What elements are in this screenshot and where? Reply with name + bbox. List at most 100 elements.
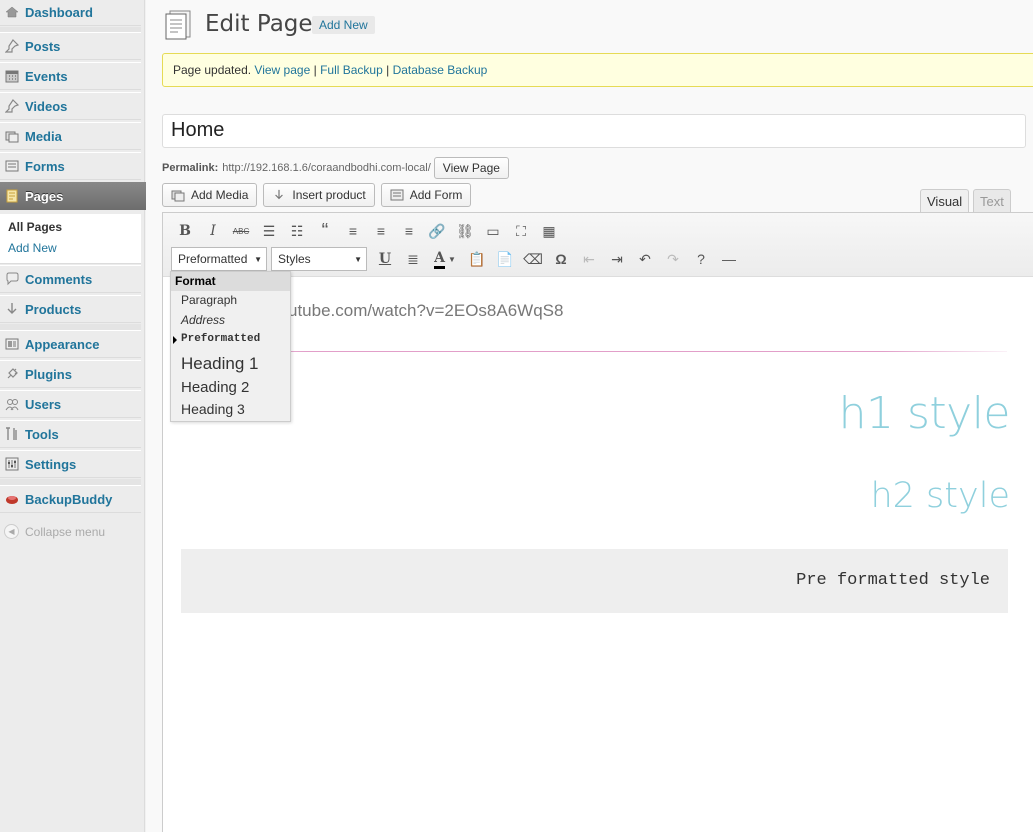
sidebar-item-label: Products xyxy=(25,301,82,317)
toolbar-row-2: Preformatted ▼ Styles ▼ U ≣ A ▼ 📋 📄 ⌫ Ω ⇤… xyxy=(171,247,743,271)
submenu-item-all-pages[interactable]: All Pages xyxy=(8,220,62,234)
sidebar-item-media[interactable]: Media xyxy=(0,122,141,150)
unlink-icon[interactable]: ⛓ xyxy=(451,219,479,243)
sidebar-item-label: Media xyxy=(25,128,62,144)
bold-button[interactable]: B xyxy=(171,219,199,243)
sidebar-item-users[interactable]: Users xyxy=(0,390,141,418)
format-option-paragraph[interactable]: Paragraph xyxy=(181,293,237,307)
permalink-row: Permalink: http://192.168.1.6/coraandbod… xyxy=(162,157,509,179)
permalink-label: Permalink: xyxy=(162,162,219,174)
indent-icon[interactable]: ⇥ xyxy=(603,247,631,271)
link-icon[interactable]: 🔗 xyxy=(423,219,451,243)
comment-icon xyxy=(4,271,20,287)
format-option-preformatted[interactable]: Preformatted xyxy=(181,333,260,345)
permalink-url[interactable]: http://192.168.1.6/coraandbodhi.com-loca… xyxy=(222,162,431,174)
format-option-heading-1[interactable]: Heading 1 xyxy=(181,354,259,374)
sidebar-item-label: Posts xyxy=(25,38,61,54)
submenu-item-add-new[interactable]: Add New xyxy=(8,241,57,255)
content-editor: B I ABC ☰ ☷ “ ≡ ≡ ≡ 🔗 ⛓ ▭ ⛶ ▦ Preformatt… xyxy=(162,212,1033,832)
italic-button[interactable]: I xyxy=(199,219,227,243)
horizontal-rule-icon[interactable]: — xyxy=(715,247,743,271)
insert-more-icon[interactable]: ▭ xyxy=(479,219,507,243)
sidebar-item-videos[interactable]: Videos xyxy=(0,92,141,120)
update-notice: Page updated. View page | Full Backup | … xyxy=(162,53,1033,87)
database-backup-link[interactable]: Database Backup xyxy=(393,63,488,77)
special-character-icon[interactable]: Ω xyxy=(547,247,575,271)
settings-icon xyxy=(4,456,20,472)
preformatted-text: Pre formatted style xyxy=(796,571,990,590)
insert-product-label: Insert product xyxy=(292,188,366,202)
sidebar-item-dashboard[interactable]: Dashboard xyxy=(0,0,141,26)
sidebar-item-pages[interactable]: Pages xyxy=(0,182,157,210)
download-arrow-icon xyxy=(272,188,286,202)
tab-visual[interactable]: Visual xyxy=(920,189,970,213)
sidebar-item-forms[interactable]: Forms xyxy=(0,152,141,180)
editor-content[interactable]: utube.com/watch?v=2EOs8A6WqS8 h1 style h… xyxy=(163,278,1033,832)
pushpin-icon xyxy=(4,98,20,114)
sidebar-item-label: Appearance xyxy=(25,336,100,352)
sidebar-item-label: Users xyxy=(25,396,62,412)
text-color-button[interactable]: A ▼ xyxy=(427,247,463,271)
redo-icon[interactable]: ↷ xyxy=(659,247,687,271)
numbered-list-icon[interactable]: ☷ xyxy=(283,219,311,243)
appearance-icon xyxy=(4,336,20,352)
strikethrough-button[interactable]: ABC xyxy=(227,219,255,243)
sidebar-item-label: Comments xyxy=(25,271,93,287)
sidebar-item-backupbuddy[interactable]: BackupBuddy xyxy=(0,485,141,513)
sidebar-item-appearance[interactable]: Appearance xyxy=(0,330,141,358)
media-icon xyxy=(171,188,185,202)
collapse-menu-button[interactable]: ◀ Collapse menu xyxy=(4,524,105,539)
fullscreen-icon[interactable]: ⛶ xyxy=(507,219,535,243)
align-center-icon[interactable]: ≡ xyxy=(367,219,395,243)
insert-product-button[interactable]: Insert product xyxy=(263,183,375,207)
sidebar-item-label: Tools xyxy=(25,426,59,442)
align-left-icon[interactable]: ≡ xyxy=(339,219,367,243)
dashboard-icon xyxy=(4,4,20,20)
help-icon[interactable]: ? xyxy=(687,247,715,271)
view-page-link[interactable]: View page xyxy=(254,63,310,77)
format-dropdown-header: Format xyxy=(171,272,290,291)
align-right-icon[interactable]: ≡ xyxy=(395,219,423,243)
post-title-field[interactable]: Home xyxy=(162,114,1026,148)
styles-select[interactable]: Styles ▼ xyxy=(271,247,367,271)
bullet-list-icon[interactable]: ☰ xyxy=(255,219,283,243)
format-select-value: Preformatted xyxy=(178,252,248,266)
format-select[interactable]: Preformatted ▼ xyxy=(171,247,267,271)
chevron-down-icon: ▼ xyxy=(354,254,362,264)
sidebar-item-settings[interactable]: Settings xyxy=(0,450,141,478)
horizontal-rule xyxy=(183,351,1007,352)
preformatted-block: Pre formatted style xyxy=(181,549,1008,613)
kitchen-sink-icon[interactable]: ▦ xyxy=(535,219,563,243)
paste-text-icon[interactable]: 📋 xyxy=(463,247,491,271)
view-page-button[interactable]: View Page xyxy=(433,157,509,179)
sidebar-item-plugins[interactable]: Plugins xyxy=(0,360,141,388)
paste-word-icon[interactable]: 📄 xyxy=(491,247,519,271)
format-option-address[interactable]: Address xyxy=(181,313,225,327)
format-option-heading-2[interactable]: Heading 2 xyxy=(181,379,249,396)
sidebar-item-label: BackupBuddy xyxy=(25,491,113,507)
full-backup-link[interactable]: Full Backup xyxy=(320,63,383,77)
underline-button[interactable]: U xyxy=(371,247,399,271)
forms-icon xyxy=(4,158,20,174)
justify-icon[interactable]: ≣ xyxy=(399,247,427,271)
sidebar-item-comments[interactable]: Comments xyxy=(0,265,141,293)
sidebar-item-products[interactable]: Products xyxy=(0,295,141,323)
sidebar-item-tools[interactable]: Tools xyxy=(0,420,141,448)
pushpin-icon xyxy=(4,38,20,54)
styles-select-value: Styles xyxy=(278,252,311,266)
add-form-button[interactable]: Add Form xyxy=(380,183,472,207)
tab-text[interactable]: Text xyxy=(973,189,1011,213)
eraser-icon[interactable]: ⌫ xyxy=(519,247,547,271)
download-arrow-icon xyxy=(4,301,20,317)
undo-icon[interactable]: ↶ xyxy=(631,247,659,271)
format-option-heading-3[interactable]: Heading 3 xyxy=(181,401,245,417)
add-new-page-button[interactable]: Add New xyxy=(312,16,375,34)
outdent-icon[interactable]: ⇤ xyxy=(575,247,603,271)
text-color-icon: A xyxy=(434,250,445,269)
add-media-button[interactable]: Add Media xyxy=(162,183,258,207)
blockquote-icon[interactable]: “ xyxy=(311,219,339,243)
sidebar-item-posts[interactable]: Posts xyxy=(0,32,141,60)
notice-text: Page updated. xyxy=(173,63,252,77)
sidebar-item-events[interactable]: Events xyxy=(0,62,141,90)
add-media-label: Add Media xyxy=(191,188,249,202)
